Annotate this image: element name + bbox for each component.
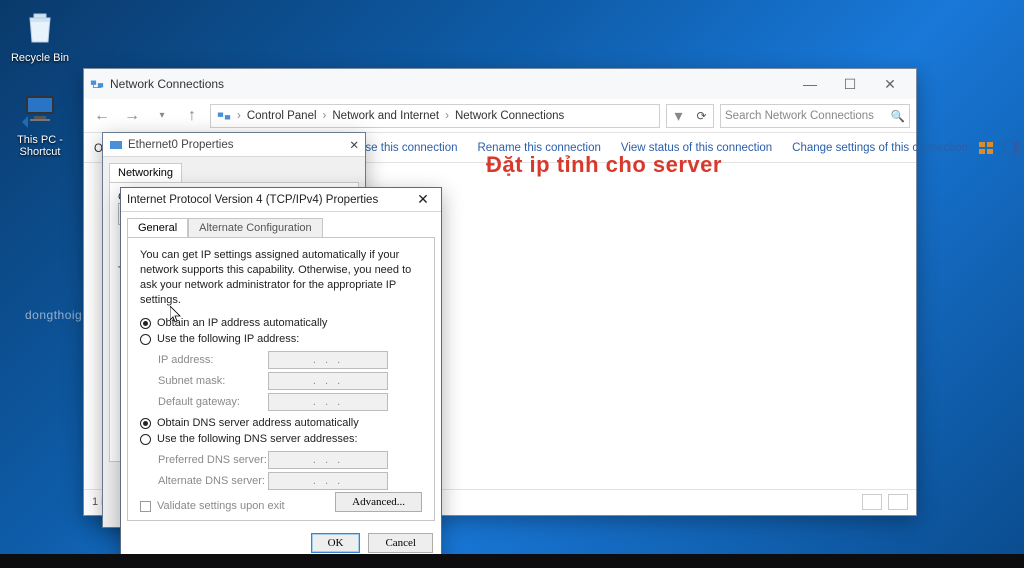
adapter-icon [109, 138, 123, 152]
ethernet0-close[interactable]: ✕ [349, 138, 359, 152]
this-pc-shortcut[interactable]: This PC - Shortcut [10, 88, 70, 158]
subnet-input: . . . [268, 372, 388, 390]
maximize-button[interactable]: ☐ [830, 70, 870, 98]
ip-address-label: IP address: [158, 354, 268, 366]
network-icon [217, 109, 231, 123]
ip-address-input: . . . [268, 351, 388, 369]
tab-alternate-configuration[interactable]: Alternate Configuration [188, 218, 323, 237]
gateway-input: . . . [268, 393, 388, 411]
window-title: Network Connections [110, 77, 224, 91]
refresh-button[interactable]: ⟳ [690, 104, 714, 128]
radio-dns-manual[interactable]: Use the following DNS server addresses: [140, 433, 422, 445]
tab-general[interactable]: General [127, 218, 188, 237]
ethernet0-title: Ethernet0 Properties [128, 139, 233, 151]
network-icon [90, 77, 104, 91]
view-details-button[interactable] [862, 494, 882, 510]
nav-up[interactable]: ↑ [180, 104, 204, 128]
minimize-button[interactable]: — [790, 70, 830, 98]
toolbar-change-settings[interactable]: Change settings of this connection [782, 142, 978, 154]
radio-ip-manual[interactable]: Use the following IP address: [140, 333, 422, 345]
radio-ip-manual-label: Use the following IP address: [157, 333, 299, 345]
radio-icon [140, 418, 151, 429]
ipv4-titlebar[interactable]: Internet Protocol Version 4 (TCP/IPv4) P… [121, 188, 441, 212]
ipv4-properties-dialog: Internet Protocol Version 4 (TCP/IPv4) P… [120, 187, 442, 562]
radio-ip-automatic[interactable]: Obtain an IP address automatically [140, 317, 422, 329]
view-icon[interactable] [978, 140, 994, 156]
search-placeholder: Search Network Connections [725, 110, 874, 122]
radio-icon [140, 334, 151, 345]
nav-back[interactable]: ← [90, 104, 114, 128]
radio-icon [140, 318, 151, 329]
breadcrumb-network-connections[interactable]: Network Connections [455, 110, 564, 122]
taskbar[interactable] [0, 554, 1024, 568]
annotation-text: Đặt ip tỉnh cho server [486, 152, 722, 178]
nav-forward[interactable]: → [120, 104, 144, 128]
this-pc-icon [20, 88, 60, 128]
breadcrumb-dropdown[interactable]: ▾ [666, 104, 690, 128]
gateway-label: Default gateway: [158, 396, 268, 408]
help-text: You can get IP settings assigned automat… [140, 248, 422, 307]
ethernet0-titlebar[interactable]: Ethernet0 Properties ✕ [103, 133, 365, 157]
radio-dns-manual-label: Use the following DNS server addresses: [157, 433, 358, 445]
cancel-button[interactable]: Cancel [368, 533, 433, 553]
breadcrumb-control-panel[interactable]: Control Panel [247, 110, 317, 122]
ok-button[interactable]: OK [311, 533, 361, 553]
preview-pane-icon[interactable] [1004, 140, 1020, 156]
nav-recent[interactable]: ▾ [150, 104, 174, 128]
radio-icon [140, 434, 151, 445]
close-button[interactable]: ✕ [870, 70, 910, 98]
radio-dns-automatic[interactable]: Obtain DNS server address automatically [140, 417, 422, 429]
radio-ip-auto-label: Obtain an IP address automatically [157, 317, 327, 329]
validate-label: Validate settings upon exit [157, 500, 285, 512]
pref-dns-label: Preferred DNS server: [158, 454, 268, 466]
advanced-button[interactable]: Advanced... [335, 492, 422, 512]
subnet-label: Subnet mask: [158, 375, 268, 387]
alt-dns-input: . . . [268, 472, 388, 490]
breadcrumb-network-internet[interactable]: Network and Internet [332, 110, 439, 122]
this-pc-label: This PC - Shortcut [17, 134, 63, 158]
pref-dns-input: . . . [268, 451, 388, 469]
ipv4-close[interactable]: ✕ [411, 191, 435, 208]
recycle-bin-label: Recycle Bin [11, 52, 69, 64]
recycle-bin[interactable]: Recycle Bin [10, 6, 70, 64]
tab-networking[interactable]: Networking [109, 163, 182, 182]
view-icons-button[interactable] [888, 494, 908, 510]
titlebar[interactable]: Network Connections — ☐ ✕ [84, 69, 916, 99]
recycle-bin-icon [20, 6, 60, 46]
search-box[interactable]: Search Network Connections 🔍 [720, 104, 910, 128]
checkbox-icon [140, 501, 151, 512]
alt-dns-label: Alternate DNS server: [158, 475, 268, 487]
breadcrumb[interactable]: › Control Panel › Network and Internet ›… [210, 104, 660, 128]
radio-dns-auto-label: Obtain DNS server address automatically [157, 417, 359, 429]
search-icon: 🔍 [891, 109, 905, 123]
ipv4-title: Internet Protocol Version 4 (TCP/IPv4) P… [127, 194, 411, 206]
